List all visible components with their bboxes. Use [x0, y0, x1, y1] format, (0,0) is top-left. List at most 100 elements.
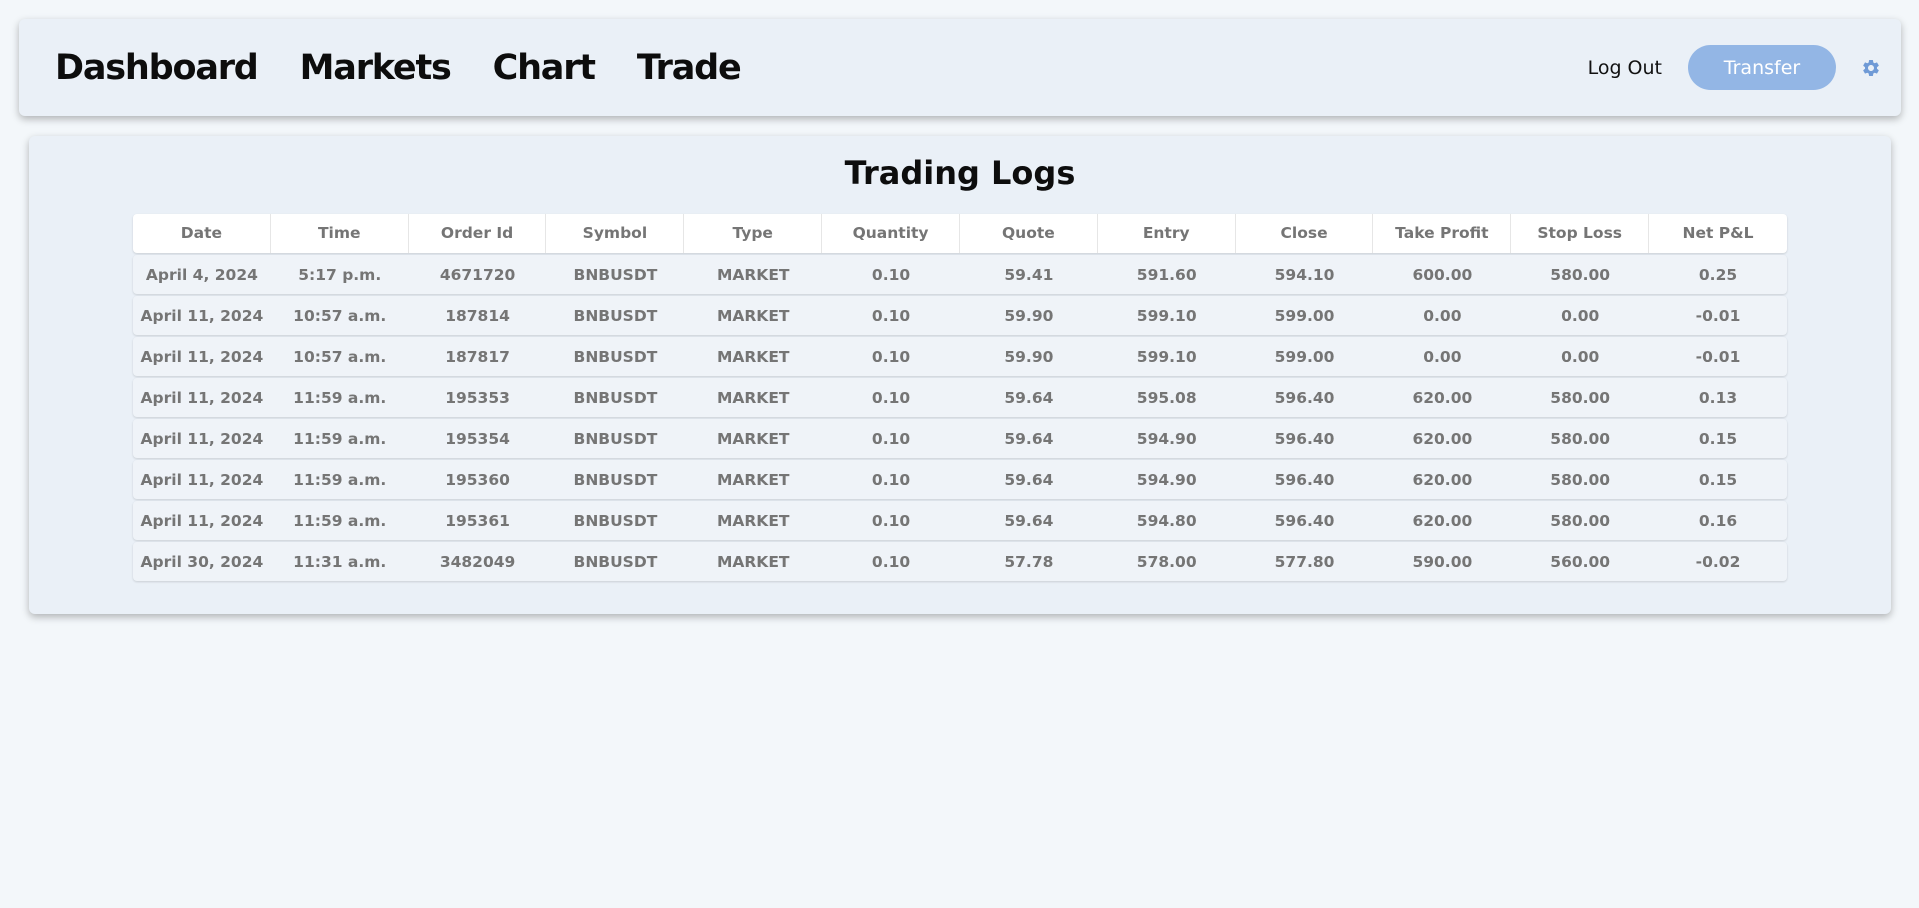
table-cell: 0.00: [1423, 306, 1462, 325]
table-cell: 195360: [445, 470, 510, 489]
nav-actions: Log Out Transfer: [1588, 19, 1881, 116]
table-cell: April 30, 2024: [140, 552, 264, 571]
table-row: April 11, 2024 10:57 a.m. 187817 BNBUSDT MAR…: [133, 337, 1787, 376]
column-header: Net P&L: [1682, 224, 1754, 242]
table-cell: 577.80: [1274, 552, 1335, 571]
table-cell: 0.15: [1698, 429, 1738, 448]
table-cell: 599.10: [1136, 347, 1197, 366]
table-cell: 590.00: [1412, 552, 1473, 571]
table-cell: 580.00: [1550, 265, 1611, 284]
table-cell: 0.16: [1698, 511, 1738, 530]
table-cell: 0.10: [871, 470, 911, 489]
table-cell: 580.00: [1550, 388, 1611, 407]
table-cell: 620.00: [1412, 429, 1473, 448]
table-cell: 10:57 a.m.: [293, 347, 387, 366]
table-cell: 59.90: [1004, 347, 1054, 366]
table-cell: 596.40: [1274, 388, 1335, 407]
table-cell: 4671720: [439, 265, 516, 284]
table-cell: -0.01: [1695, 306, 1741, 325]
table-cell: 0.25: [1698, 265, 1738, 284]
gear-icon[interactable]: [1861, 58, 1881, 78]
table-cell: BNBUSDT: [573, 265, 658, 284]
table-cell: 0.15: [1698, 470, 1738, 489]
page-title: Trading Logs: [844, 154, 1076, 192]
table-cell: 11:59 a.m.: [293, 388, 387, 407]
table-cell: 59.64: [1004, 429, 1054, 448]
table-cell: 0.10: [871, 429, 911, 448]
table-cell: April 11, 2024: [140, 429, 264, 448]
table-cell: BNBUSDT: [573, 429, 658, 448]
gear-icon-graphic: [1863, 59, 1879, 76]
table-cell: 0.00: [1561, 347, 1600, 366]
nav-link-markets[interactable]: Markets: [300, 48, 452, 88]
table-cell: 594.90: [1136, 429, 1197, 448]
table-cell: April 11, 2024: [140, 511, 264, 530]
table-cell: 595.08: [1136, 388, 1197, 407]
column-header: Symbol: [546, 214, 685, 253]
table-cell: BNBUSDT: [573, 388, 658, 407]
table-cell: 59.64: [1004, 388, 1054, 407]
table-row: April 4, 2024 5:17 p.m. 4671720 BNBUSDT MARK…: [133, 255, 1787, 294]
table-row: April 11, 2024 11:59 a.m. 195360 BNBUSDT MAR…: [133, 460, 1787, 499]
table-cell: MARKET: [716, 388, 790, 407]
table-cell: 620.00: [1412, 388, 1473, 407]
table-cell: April 11, 2024: [140, 306, 264, 325]
table-cell: 0.10: [871, 552, 911, 571]
table-cell: MARKET: [716, 347, 790, 366]
transfer-button[interactable]: Transfer: [1688, 45, 1836, 90]
table-cell: 0.10: [871, 388, 911, 407]
nav-link-chart[interactable]: Chart: [493, 48, 596, 88]
table-cell: 195361: [445, 511, 510, 530]
column-header: Stop Loss: [1511, 214, 1650, 253]
table-cell: 57.78: [1004, 552, 1054, 571]
column-header: Quote: [960, 214, 1098, 253]
table-cell: April 11, 2024: [140, 347, 264, 366]
table-row: April 11, 2024 11:59 a.m. 195361 BNBUSDT MAR…: [133, 501, 1787, 540]
table-cell: 195354: [445, 429, 510, 448]
table-cell: 599.10: [1136, 306, 1197, 325]
table-row: April 30, 2024 11:31 a.m. 3482049 BNBUSDT MA…: [133, 542, 1787, 581]
table-cell: 5:17 p.m.: [298, 265, 382, 284]
column-header: Close: [1236, 214, 1374, 253]
table-cell: MARKET: [716, 470, 790, 489]
nav-links: Dashboard Markets Chart Trade: [55, 19, 783, 116]
table-cell: 578.00: [1136, 552, 1197, 571]
nav-link-trade[interactable]: Trade: [637, 48, 742, 88]
table-cell: 0.13: [1698, 388, 1738, 407]
table-cell: 596.40: [1274, 429, 1335, 448]
table-cell: 0.00: [1423, 347, 1462, 366]
table-cell: -0.02: [1695, 552, 1741, 571]
table-row: April 11, 2024 11:59 a.m. 195353 BNBUSDT MAR…: [133, 378, 1787, 417]
table-cell: MARKET: [716, 511, 790, 530]
logout-link[interactable]: Log Out: [1588, 57, 1662, 79]
table-cell: 594.80: [1136, 511, 1197, 530]
table-cell: BNBUSDT: [573, 552, 658, 571]
table-cell: 594.90: [1136, 470, 1197, 489]
column-header: Type: [684, 214, 823, 253]
column-header: Take Profit: [1373, 214, 1512, 253]
trading-logs-table: Date Time Order Id Symbol Type Quantity Quote E…: [133, 214, 1787, 583]
table-cell: BNBUSDT: [573, 306, 658, 325]
table-cell: BNBUSDT: [573, 470, 658, 489]
table-cell: 0.10: [871, 347, 911, 366]
table-cell: 59.64: [1004, 470, 1054, 489]
table-cell: 187814: [445, 306, 510, 325]
table-cell: 0.00: [1561, 306, 1600, 325]
table-row: April 11, 2024 11:59 a.m. 195354 BNBUSDT MAR…: [133, 419, 1787, 458]
table-cell: 591.60: [1136, 265, 1197, 284]
table-cell: 599.00: [1274, 347, 1335, 366]
table-cell: 195353: [445, 388, 510, 407]
table-cell: 620.00: [1412, 470, 1473, 489]
table-cell: 596.40: [1274, 470, 1335, 489]
table-cell: 10:57 a.m.: [293, 306, 387, 325]
table-cell: 11:59 a.m.: [293, 470, 387, 489]
nav-link-dashboard[interactable]: Dashboard: [55, 48, 259, 88]
table-cell: 596.40: [1274, 511, 1335, 530]
table-cell: 11:59 a.m.: [293, 429, 387, 448]
table-cell: MARKET: [716, 306, 790, 325]
column-header: Quantity: [822, 214, 960, 253]
table-cell: 59.41: [1004, 265, 1054, 284]
table-cell: -0.01: [1695, 347, 1741, 366]
table-cell: April 4, 2024: [145, 265, 258, 284]
table-cell: 59.90: [1004, 306, 1054, 325]
